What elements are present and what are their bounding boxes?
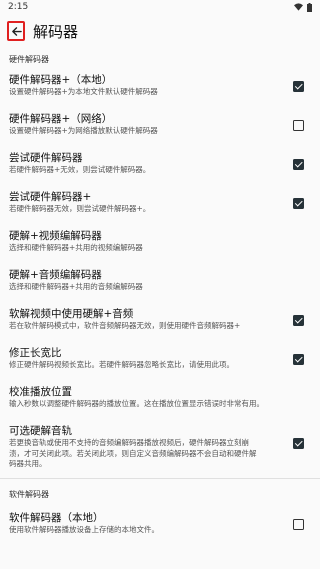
pref-summary: 选择和硬件解码器+共用的音频编解码器	[9, 282, 143, 291]
pref-title: 硬件解码器+（本地）	[9, 74, 113, 86]
back-button[interactable]	[7, 21, 25, 41]
checkbox-try-hw-plus[interactable]	[293, 198, 304, 209]
pref-hw-plus-network[interactable]: 硬件解码器+（网络） 设置硬件解码器+为网络播放默认硬件解码器	[0, 113, 320, 147]
pref-title: 校准播放位置	[9, 386, 72, 398]
pref-title: 硬解+视频编解码器	[9, 230, 102, 242]
pref-hw-plus-local[interactable]: 硬件解码器+（本地） 设置硬件解码器+为本地文件默认硬件解码器	[0, 74, 320, 108]
pref-title: 软解视频中使用硬解+音频	[9, 308, 134, 320]
pref-title: 软件解码器（本地）	[9, 512, 104, 524]
pref-title: 可选硬解音轨	[9, 425, 72, 437]
pref-title: 硬解+音频编解码器	[9, 269, 102, 281]
pref-sw-local[interactable]: 软件解码器（本地） 使用软件解码器播放设备上存储的本地文件。	[0, 512, 320, 546]
status-icons	[294, 2, 312, 12]
checkbox-hw-plus-local[interactable]	[293, 81, 304, 92]
pref-title: 修正长宽比	[9, 347, 62, 359]
pref-calibrate-position[interactable]: 校准播放位置 输入秒数以调整硬件解码器的播放位置。这在播放位置显示错误时非常有用…	[0, 386, 320, 420]
app-bar: 解码器	[0, 14, 320, 48]
checkbox-sw-video-hw-audio[interactable]	[293, 315, 304, 326]
pref-summary: 若硬件解码器+无效，则尝试硬件解码器。	[9, 165, 151, 174]
pref-summary: 修正硬件解码视频长宽比。若硬件解码器忽略长宽比，请使用此项。	[9, 360, 234, 369]
status-time: 2:15	[8, 2, 29, 12]
pref-fix-aspect-ratio[interactable]: 修正长宽比 修正硬件解码视频长宽比。若硬件解码器忽略长宽比，请使用此项。	[0, 347, 320, 381]
pref-title: 尝试硬件解码器	[9, 152, 83, 164]
arrow-back-icon	[11, 26, 22, 36]
wifi-icon	[294, 3, 303, 11]
checkbox-try-hw[interactable]	[293, 159, 304, 170]
pref-hw-plus-audio-codecs[interactable]: 硬解+音频编解码器 选择和硬件解码器+共用的音频编解码器	[0, 269, 320, 303]
checkbox-fix-aspect-ratio[interactable]	[293, 354, 304, 365]
pref-summary-line: 码器共用。	[9, 459, 47, 468]
pref-hw-plus-video-codecs[interactable]: 硬解+视频编解码器 选择和硬件解码器+共用的视频编解码器	[0, 230, 320, 264]
page-title: 解码器	[33, 22, 79, 41]
pref-sw-video-hw-audio[interactable]: 软解视频中使用硬解+音频 若在软件解码模式中，软件音频解码器无效，则使用硬件音频…	[0, 308, 320, 342]
pref-optional-hw-audio-track[interactable]: 可选硬解音轨 若更换音轨或使用不支持的音频编解码器播放视频后，硬件解码器立刻崩 …	[0, 425, 320, 472]
pref-summary-line: 溃，才可关闭此项。若关闭此项，则自定义音频编解码器不会自动和硬件解	[9, 448, 257, 458]
pref-summary-line: 若更换音轨或使用不支持的音频编解码器播放视频后，硬件解码器立刻崩	[9, 438, 249, 447]
pref-summary: 若硬件解码器无效，则尝试硬件解码器+。	[9, 204, 151, 213]
pref-try-hw[interactable]: 尝试硬件解码器 若硬件解码器+无效，则尝试硬件解码器。	[0, 152, 320, 186]
battery-icon	[307, 2, 312, 12]
pref-summary: 使用软件解码器播放设备上存储的本地文件。	[9, 525, 159, 534]
section-header-hardware: 硬件解码器	[9, 55, 49, 64]
pref-try-hw-plus[interactable]: 尝试硬件解码器+ 若硬件解码器无效，则尝试硬件解码器+。	[0, 191, 320, 225]
pref-summary: 选择和硬件解码器+共用的视频编解码器	[9, 243, 143, 252]
pref-summary: 设置硬件解码器+为网络播放默认硬件解码器	[9, 126, 158, 135]
pref-summary: 输入秒数以调整硬件解码器的播放位置。这在播放位置显示错误时非常有用。	[9, 399, 264, 408]
checkbox-optional-hw-audio-track[interactable]	[293, 438, 304, 449]
pref-summary: 若在软件解码模式中，软件音频解码器无效，则使用硬件音频解码器+	[9, 321, 241, 330]
pref-title: 尝试硬件解码器+	[9, 191, 92, 203]
pref-title: 硬件解码器+（网络）	[9, 113, 113, 125]
status-bar: 2:15	[0, 0, 320, 14]
checkbox-sw-local[interactable]	[293, 519, 304, 530]
pref-summary: 设置硬件解码器+为本地文件默认硬件解码器	[9, 87, 158, 96]
checkbox-hw-plus-network[interactable]	[293, 120, 304, 131]
section-header-software: 软件解码器	[9, 490, 49, 499]
